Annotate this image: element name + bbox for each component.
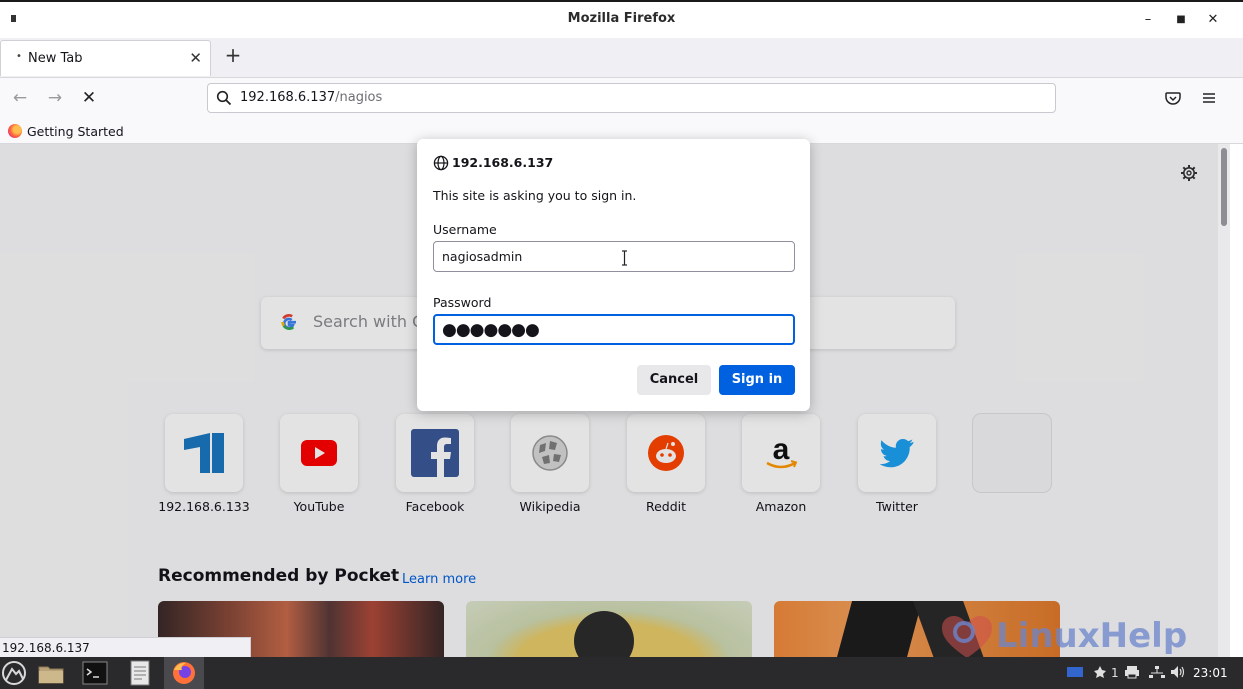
forward-button[interactable]: →: [44, 87, 66, 109]
printer-icon[interactable]: [1124, 665, 1140, 681]
system-taskbar: 1 23:01: [0, 657, 1243, 689]
window-titlebar: Mozilla Firefox – ■ ✕: [0, 0, 1243, 38]
close-window-button[interactable]: ✕: [1202, 10, 1224, 30]
clock[interactable]: 23:01: [1193, 666, 1228, 680]
taskbar-active-app[interactable]: [164, 657, 204, 689]
password-field[interactable]: ●●●●●●●: [433, 314, 795, 345]
username-label: Username: [433, 222, 497, 237]
start-menu-icon[interactable]: [0, 660, 28, 686]
cancel-button[interactable]: Cancel: [637, 365, 711, 395]
tab-new-tab[interactable]: • New Tab ✕: [0, 40, 211, 76]
tab-dot-icon: •: [16, 51, 22, 62]
new-tab-button[interactable]: +: [222, 44, 244, 66]
url-path: /nagios: [335, 90, 383, 105]
volume-icon[interactable]: [1170, 665, 1186, 681]
pocket-icon[interactable]: [1162, 87, 1184, 109]
username-value: nagiosadmin: [442, 249, 523, 264]
stop-button[interactable]: ✕: [78, 87, 100, 109]
file-manager-icon[interactable]: [37, 660, 65, 686]
window-edge: [1230, 144, 1243, 657]
dialog-message: This site is asking you to sign in.: [433, 188, 637, 203]
sign-in-button[interactable]: Sign in: [719, 365, 795, 395]
maximize-button[interactable]: ■: [1170, 10, 1192, 30]
globe-icon: [433, 155, 449, 171]
notifications-icon[interactable]: [1093, 665, 1107, 681]
bookmark-getting-started[interactable]: Getting Started: [8, 122, 124, 140]
tab-label: New Tab: [28, 51, 83, 66]
url-bar[interactable]: 192.168.6.137/nagios: [207, 83, 1056, 113]
auth-dialog: 192.168.6.137 This site is asking you to…: [417, 139, 810, 411]
minimize-button[interactable]: –: [1137, 10, 1159, 30]
navigation-toolbar: ← → ✕ 192.168.6.137/nagios: [0, 78, 1243, 118]
password-value: ●●●●●●●: [442, 320, 540, 340]
scrollbar-thumb[interactable]: [1221, 148, 1227, 226]
bookmark-label: Getting Started: [27, 123, 124, 139]
firefox-taskbar-icon: [173, 662, 195, 684]
firefox-icon: [8, 124, 22, 138]
search-icon: [216, 90, 232, 106]
hamburger-menu-icon[interactable]: [1198, 87, 1220, 109]
password-label: Password: [433, 295, 492, 310]
page-scrollbar[interactable]: [1218, 144, 1230, 657]
keyboard-layout-icon[interactable]: [1066, 665, 1084, 681]
text-editor-icon[interactable]: [126, 660, 154, 686]
tab-close-icon[interactable]: ✕: [189, 49, 202, 67]
status-url: 192.168.6.137: [0, 637, 251, 657]
url-host: 192.168.6.137: [240, 90, 336, 105]
back-button[interactable]: ←: [9, 87, 31, 109]
tab-strip: • New Tab ✕ +: [0, 38, 1243, 78]
notification-count: 1: [1111, 666, 1119, 680]
username-field[interactable]: nagiosadmin: [433, 241, 795, 272]
terminal-icon[interactable]: [81, 660, 109, 686]
window-title: Mozilla Firefox: [567, 11, 676, 26]
dialog-host: 192.168.6.137: [452, 155, 554, 170]
text-cursor-icon: [622, 250, 627, 266]
url-text: 192.168.6.137/nagios: [240, 90, 382, 105]
network-icon[interactable]: [1149, 665, 1165, 681]
